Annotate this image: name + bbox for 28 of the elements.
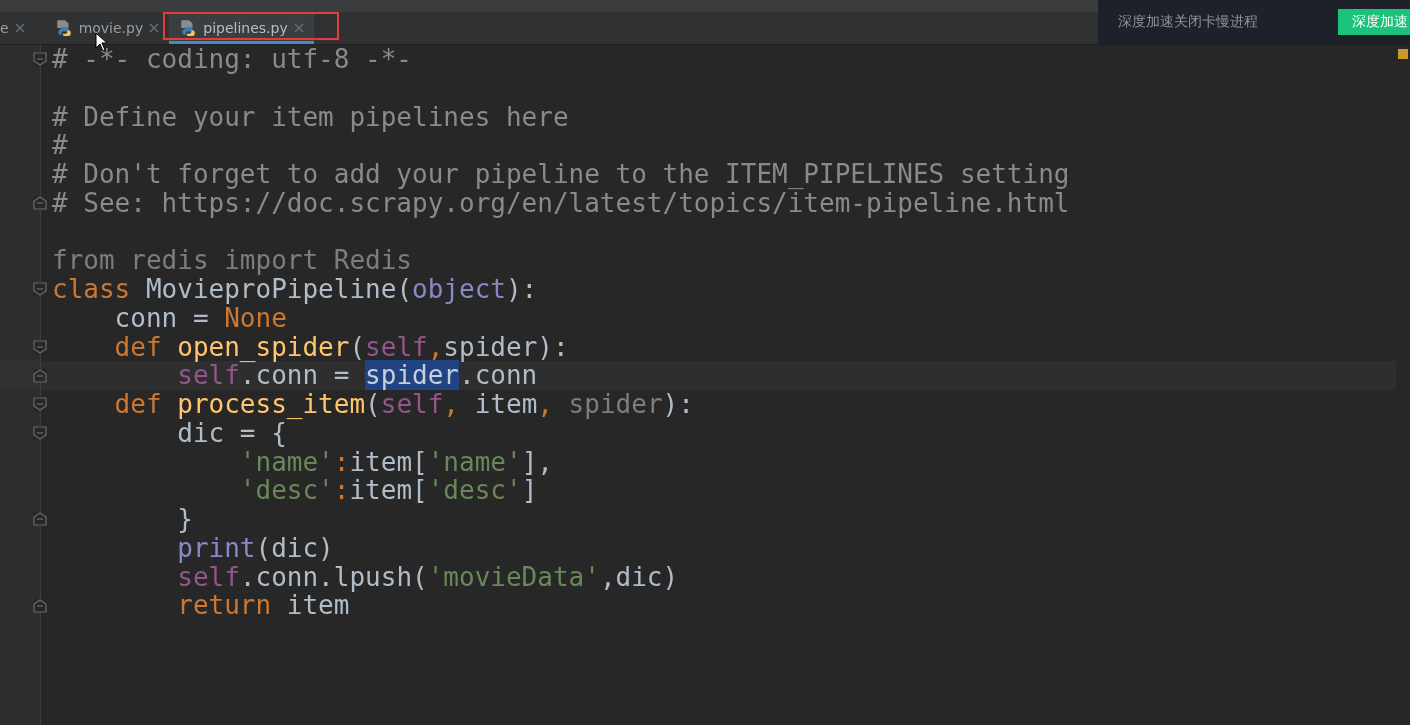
fold-marker-icon[interactable] <box>33 368 47 383</box>
close-icon[interactable] <box>14 23 25 33</box>
fold-marker-icon[interactable] <box>33 282 47 297</box>
close-icon[interactable] <box>293 23 304 33</box>
code-line: class MovieproPipeline(object): <box>52 274 538 304</box>
notification-message: 深度加速关闭卡慢进程 <box>1118 13 1258 31</box>
inspection-status-icon <box>1398 49 1408 59</box>
fold-marker-icon[interactable] <box>33 339 47 354</box>
code-line: def process_item(self, item, spider): <box>113 389 694 419</box>
fold-marker-icon[interactable] <box>33 426 47 441</box>
fold-marker-icon[interactable] <box>33 598 47 613</box>
editor-tab[interactable]: e <box>0 12 35 44</box>
code-line: 'desc':item['desc'] <box>238 475 538 506</box>
code-line: def open_spider(self,spider): <box>113 331 569 362</box>
code-line: # -*- coding: utf-8 -*- <box>52 44 413 74</box>
close-icon[interactable] <box>149 23 160 33</box>
code-line: return item <box>176 590 350 621</box>
fold-marker-icon[interactable] <box>33 196 47 211</box>
fold-marker-icon[interactable] <box>33 52 47 67</box>
code-line: 'name':item['name'], <box>238 446 553 477</box>
code-line: # Define your item pipelines here <box>52 101 569 132</box>
code-line: } <box>176 504 193 534</box>
code-line: from redis import Redis <box>52 245 413 276</box>
code-line: # <box>52 130 68 161</box>
fold-marker-icon[interactable] <box>33 512 47 527</box>
code-line: print(dic) <box>176 532 334 563</box>
fold-marker-icon[interactable] <box>33 397 47 412</box>
code-line: # Don't forget to add your pipeline to the ITEM_PIPELINES setting <box>52 159 1070 189</box>
